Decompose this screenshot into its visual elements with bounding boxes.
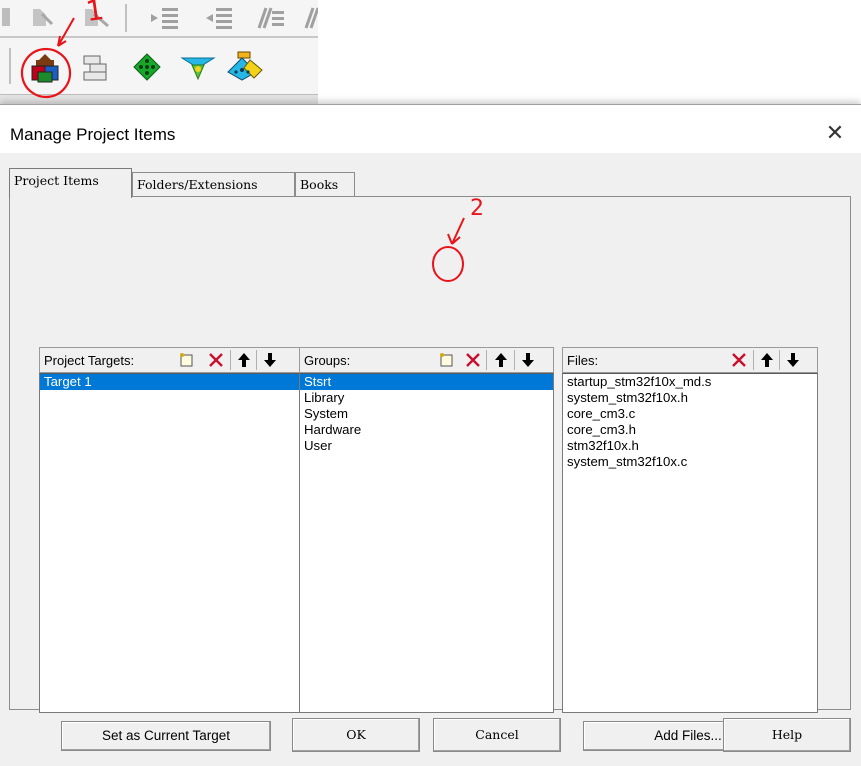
ide-toolbar bbox=[0, 0, 320, 105]
delete-icon bbox=[466, 353, 480, 367]
file-item[interactable]: core_cm3.h bbox=[563, 422, 817, 438]
file-item[interactable]: system_stm32f10x.h bbox=[563, 390, 817, 406]
groups-list[interactable]: Stsrt Library System Hardware User bbox=[299, 373, 554, 713]
manage-project-items-icon[interactable] bbox=[28, 52, 62, 89]
tab-books[interactable]: Books bbox=[295, 172, 355, 196]
move-target-down-button[interactable] bbox=[260, 350, 280, 370]
arrow-up-icon bbox=[238, 353, 250, 367]
move-file-up-button[interactable] bbox=[757, 350, 777, 370]
target-item[interactable]: Target 1 bbox=[40, 374, 300, 390]
move-group-up-button[interactable] bbox=[491, 350, 511, 370]
move-target-up-button[interactable] bbox=[234, 350, 254, 370]
groups-header: Groups: bbox=[299, 347, 554, 373]
unindent-icon[interactable] bbox=[204, 6, 234, 35]
group-item[interactable]: Library bbox=[300, 390, 553, 406]
toolbar-row-edit bbox=[0, 0, 320, 36]
help-button[interactable]: Help bbox=[723, 718, 851, 752]
delete-file-button[interactable] bbox=[729, 350, 749, 370]
comment-icon[interactable] bbox=[256, 6, 286, 35]
group-item[interactable]: User bbox=[300, 438, 553, 454]
dialog-titlebar[interactable]: Manage Project Items ✕ bbox=[0, 105, 861, 153]
file-item[interactable]: stm32f10x.h bbox=[563, 438, 817, 454]
files-list[interactable]: startup_stm32f10x_md.s system_stm32f10x.… bbox=[562, 373, 818, 713]
move-group-down-button[interactable] bbox=[518, 350, 538, 370]
manage-run-time-icon[interactable] bbox=[180, 52, 216, 87]
indent-icon[interactable] bbox=[150, 6, 180, 35]
new-item-icon bbox=[180, 353, 193, 367]
tab-project-items[interactable]: Project Items bbox=[9, 168, 132, 198]
toolbar-bookmark-next-icon bbox=[82, 4, 112, 35]
groups-label: Groups: bbox=[304, 353, 351, 368]
tab-label: Books bbox=[300, 177, 339, 192]
tab-folders-extensions[interactable]: Folders/Extensions bbox=[132, 172, 295, 196]
move-file-down-button[interactable] bbox=[783, 350, 803, 370]
delete-icon bbox=[209, 353, 223, 367]
new-item-icon bbox=[440, 353, 453, 367]
arrow-up-icon bbox=[761, 353, 773, 367]
toolbar-row-project bbox=[0, 40, 318, 92]
group-item[interactable]: Stsrt bbox=[300, 374, 553, 390]
set-as-current-target-button[interactable]: Set as Current Target bbox=[61, 721, 271, 751]
new-group-button[interactable] bbox=[436, 350, 456, 370]
files-header: Files: bbox=[562, 347, 818, 373]
close-button[interactable]: ✕ bbox=[824, 122, 846, 144]
toolbar-partial-icon bbox=[0, 4, 16, 35]
arrow-up-icon bbox=[495, 353, 507, 367]
arrow-down-icon bbox=[522, 353, 534, 367]
tab-label: Folders/Extensions bbox=[137, 177, 258, 192]
delete-icon bbox=[732, 353, 746, 367]
tab-label: Project Items bbox=[14, 173, 99, 188]
group-item[interactable]: Hardware bbox=[300, 422, 553, 438]
cancel-button[interactable]: Cancel bbox=[433, 718, 561, 752]
ok-button[interactable]: OK bbox=[292, 718, 420, 752]
uncomment-icon[interactable] bbox=[303, 6, 320, 35]
delete-target-button[interactable] bbox=[206, 350, 226, 370]
pack-installer-icon[interactable] bbox=[226, 50, 264, 87]
project-targets-label: Project Targets: bbox=[44, 353, 135, 368]
file-item[interactable]: startup_stm32f10x_md.s bbox=[563, 374, 817, 390]
files-label: Files: bbox=[567, 353, 599, 368]
arrow-down-icon bbox=[264, 353, 276, 367]
project-targets-list[interactable]: Target 1 bbox=[39, 373, 301, 713]
manage-project-items-dialog: Manage Project Items ✕ Project Items Fol… bbox=[0, 104, 861, 766]
new-target-button[interactable] bbox=[176, 350, 196, 370]
batch-build-icon[interactable] bbox=[80, 52, 114, 89]
delete-group-button[interactable] bbox=[463, 350, 483, 370]
group-item[interactable]: System bbox=[300, 406, 553, 422]
file-item[interactable]: system_stm32f10x.c bbox=[563, 454, 817, 470]
file-item[interactable]: core_cm3.c bbox=[563, 406, 817, 422]
project-targets-header: Project Targets: bbox=[39, 347, 301, 373]
dialog-title: Manage Project Items bbox=[10, 125, 176, 144]
toolbar-bookmark-icon bbox=[30, 4, 56, 35]
select-packs-icon[interactable] bbox=[132, 52, 162, 87]
arrow-down-icon bbox=[787, 353, 799, 367]
tab-panel-project-items: Project Targets: Target 1 Groups: Stsrt … bbox=[9, 196, 851, 751]
